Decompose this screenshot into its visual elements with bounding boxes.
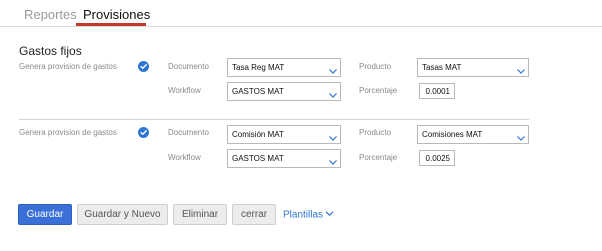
chevron-down-icon	[516, 67, 526, 75]
chevron-down-icon	[328, 91, 338, 99]
documento-label: Documento	[168, 128, 209, 137]
workflow-select[interactable]: GASTOS MAT	[227, 149, 341, 168]
producto-label: Producto	[359, 62, 392, 71]
chevron-down-icon	[516, 134, 526, 142]
tab-provisiones[interactable]: Provisiones	[83, 7, 150, 22]
workflow-select[interactable]: GASTOS MAT	[227, 82, 341, 101]
documento-select[interactable]: Comisión MAT	[227, 125, 341, 144]
workflow-value: GASTOS MAT	[232, 154, 284, 163]
workflow-label: Workflow	[168, 153, 201, 162]
section-title: Gastos fijos	[19, 44, 82, 58]
row-divider	[19, 119, 529, 120]
producto-label: Producto	[359, 128, 392, 137]
guardar-button[interactable]: Guardar	[18, 204, 72, 225]
porcentaje-label: Porcentaje	[359, 153, 398, 162]
chevron-down-icon	[328, 67, 338, 75]
documento-label: Documento	[168, 62, 209, 71]
producto-value: Comisiones MAT	[422, 130, 483, 139]
porcentaje-input[interactable]: 0.0025	[419, 150, 455, 166]
cerrar-button[interactable]: cerrar	[232, 204, 276, 225]
plantillas-label: Plantillas	[283, 209, 324, 221]
check-circle-icon[interactable]	[138, 127, 149, 138]
porcentaje-value: 0.0001	[425, 87, 450, 96]
genera-provision-label: Genera provision de gastos	[19, 62, 117, 71]
porcentaje-input[interactable]: 0.0001	[419, 83, 455, 99]
guardar-y-nuevo-button[interactable]: Guardar y Nuevo	[77, 204, 168, 225]
porcentaje-value: 0.0025	[425, 154, 450, 163]
workflow-value: GASTOS MAT	[232, 87, 284, 96]
porcentaje-label: Porcentaje	[359, 86, 398, 95]
producto-select[interactable]: Tasas MAT	[417, 58, 529, 77]
check-circle-icon[interactable]	[138, 61, 149, 72]
producto-select[interactable]: Comisiones MAT	[417, 125, 529, 144]
plantillas-dropdown[interactable]: Plantillas	[283, 209, 334, 222]
documento-value: Tasa Reg MAT	[232, 63, 285, 72]
genera-provision-label: Genera provision de gastos	[19, 128, 117, 137]
documento-select[interactable]: Tasa Reg MAT	[227, 58, 341, 77]
chevron-down-icon	[328, 158, 338, 166]
eliminar-button[interactable]: Eliminar	[173, 204, 227, 225]
tab-bar: Reportes Provisiones	[0, 0, 602, 27]
tab-reportes[interactable]: Reportes	[24, 7, 77, 22]
documento-value: Comisión MAT	[232, 130, 284, 139]
active-tab-indicator	[76, 23, 146, 26]
workflow-label: Workflow	[168, 86, 201, 95]
chevron-down-icon	[325, 209, 334, 221]
producto-value: Tasas MAT	[422, 63, 462, 72]
chevron-down-icon	[328, 134, 338, 142]
